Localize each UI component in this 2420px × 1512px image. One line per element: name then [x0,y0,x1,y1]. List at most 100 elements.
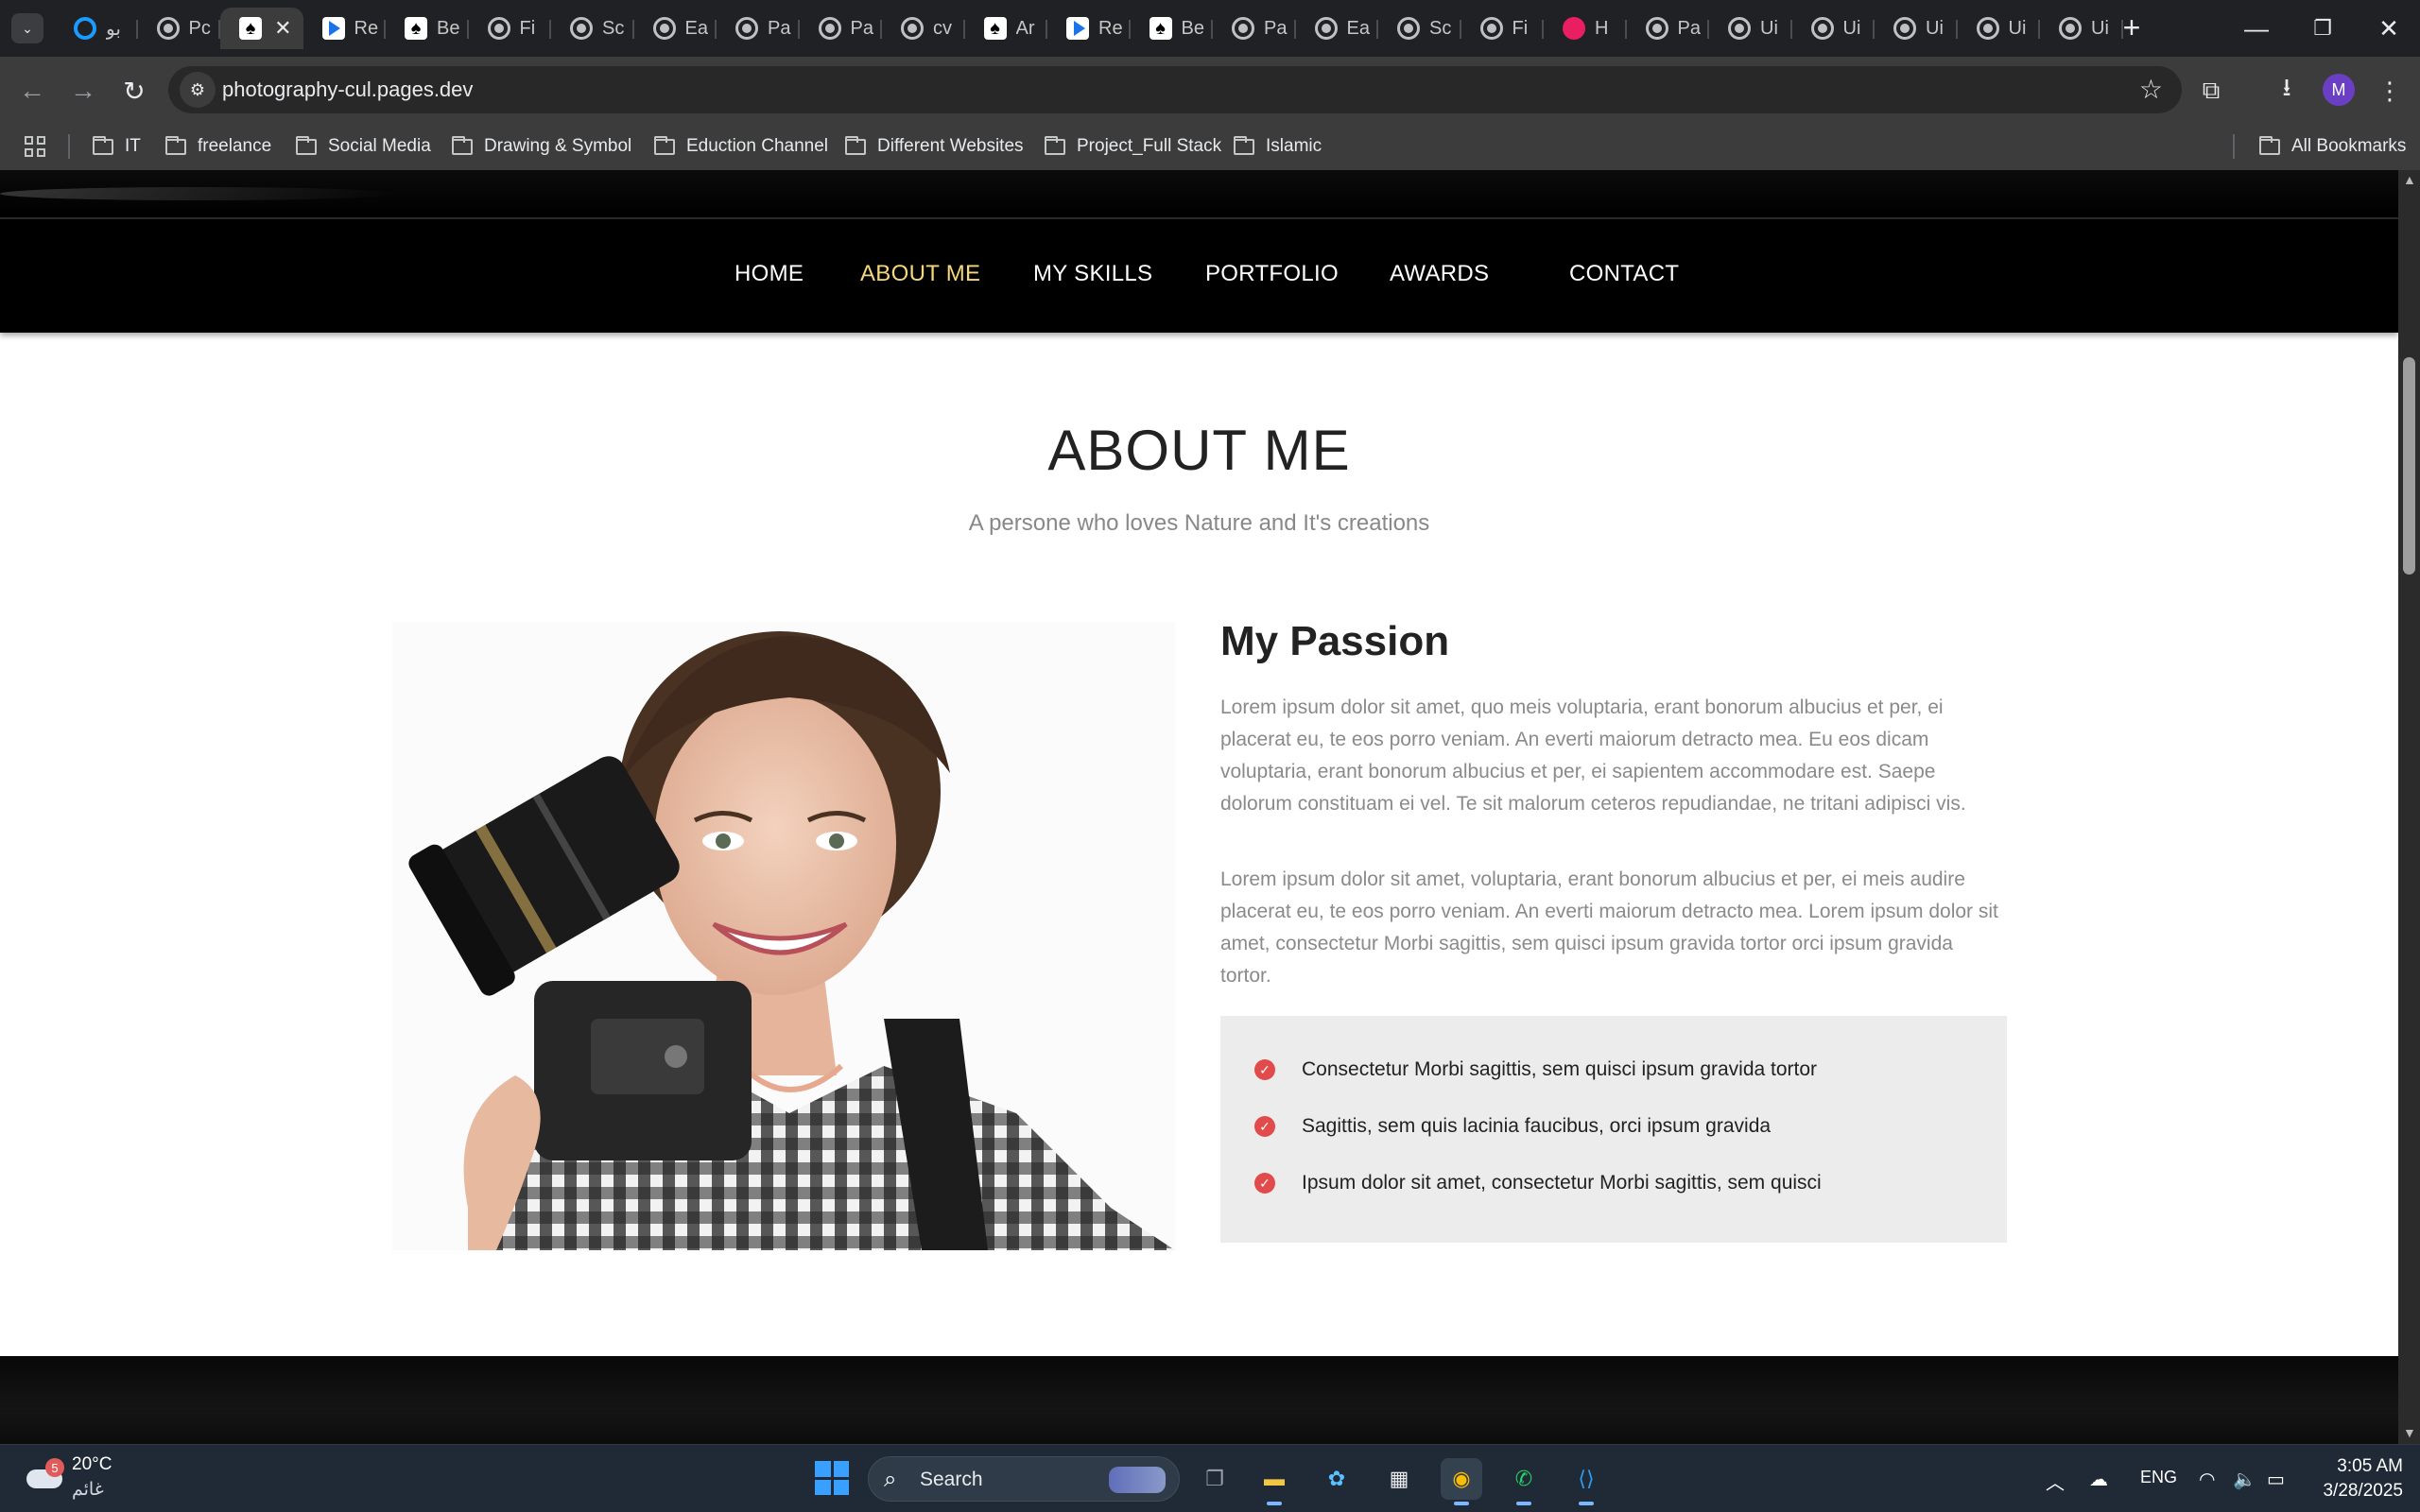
tab-title: Sc [1429,17,1452,39]
scroll-thumb[interactable] [2403,357,2415,575]
wifi-icon[interactable]: ◠ [2199,1468,2215,1491]
tab-close-icon[interactable]: ✕ [274,16,291,41]
windows-taskbar: 5 20°C غائم ⌕ Search ❐ ▬ ✿ ▦ ◉ ✆ ⟨⟩ ︿ ☁ … [0,1444,2420,1512]
scroll-up-arrow-icon[interactable]: ▲ [2403,172,2416,187]
nav-contact[interactable]: CONTACT [1569,261,1679,287]
weather-condition[interactable]: غائم [72,1479,104,1501]
about-title: ABOUT ME [1047,419,1351,482]
passion-paragraph-1: Lorem ipsum dolor sit amet, quo meis vol… [1220,696,1966,815]
extensions-icon[interactable]: ⧉ [2194,74,2228,108]
browser-tab[interactable]: Pa [717,8,800,49]
browser-tab[interactable]: Ar [965,8,1048,49]
url-text[interactable]: photography-cul.pages.dev [222,77,473,102]
show-hidden-icons-chevron-icon[interactable]: ︿ [2046,1468,2065,1495]
nav-portfolio[interactable]: PORTFOLIO [1205,261,1339,287]
vscode-icon[interactable]: ⟨⟩ [1565,1458,1607,1505]
tab-title: Pa [850,17,873,39]
bookmark-folder-freelance[interactable]: freelance [165,132,271,161]
windows-start-icon[interactable] [815,1461,849,1495]
browser-tab[interactable]: Ui [2040,8,2123,49]
passion-paragraph-2: Lorem ipsum dolor sit amet, voluptaria, … [1220,868,1998,987]
page-scrollbar[interactable]: ▲ ▼ [2398,170,2420,1444]
browser-tab[interactable]: Ui [1709,8,1792,49]
weather-cloud-icon[interactable]: 5 [26,1458,64,1488]
globe-favicon-icon [1645,17,1668,40]
apps-grid-icon[interactable] [25,136,45,157]
volume-icon[interactable]: 🔈 [2233,1468,2256,1491]
nav-home[interactable]: HOME [735,261,804,287]
browser-tab[interactable]: Ea [634,8,717,49]
restore-button[interactable]: ❐ [2291,8,2354,49]
browser-tab[interactable]: Be [1131,8,1214,49]
browser-tab[interactable]: cv [882,8,965,49]
menu-icon[interactable]: ⋮ [2373,74,2407,108]
forward-button[interactable]: → [64,72,102,110]
browser-tab[interactable]: Be [386,8,469,49]
system-clock[interactable]: 3:05 AM 3/28/2025 [2297,1454,2403,1503]
close-window-button[interactable]: ✕ [2358,8,2420,49]
tab-title: Ea [684,17,708,39]
whatsapp-icon[interactable]: ✆ [1503,1458,1545,1505]
language-indicator[interactable]: ENG [2140,1468,2177,1487]
browser-tab[interactable]: Re [1047,8,1131,49]
search-highlight-image [1109,1467,1166,1493]
copilot-icon[interactable]: ✿ [1316,1458,1357,1500]
weather-temperature[interactable]: 20°C [72,1454,112,1475]
bookmark-folder-education[interactable]: Eduction Channel [654,132,828,161]
bookmark-folder-it[interactable]: IT [93,132,141,161]
browser-tab[interactable]: Ui [1958,8,2041,49]
nav-awards[interactable]: AWARDS [1390,261,1489,287]
browser-tab[interactable]: بو [55,8,138,49]
address-bar[interactable]: ⚙ photography-cul.pages.dev ☆ [168,66,2182,113]
browser-tab[interactable]: Fi [1461,8,1545,49]
browser-tab[interactable]: Sc [1378,8,1461,49]
task-view-icon[interactable]: ❐ [1194,1458,1236,1500]
tab-active[interactable]: ✕ [220,8,303,49]
nav-skills[interactable]: MY SKILLS [1033,261,1152,287]
bookmark-folder-drawing[interactable]: Drawing & Symbol [452,132,631,161]
tab-search-button[interactable]: ⌄ [11,13,43,43]
reload-button[interactable]: ↻ [115,72,153,110]
tab-title: Pa [768,17,791,39]
browser-tab[interactable]: Fi [469,8,552,49]
back-button[interactable]: ← [13,72,51,110]
browser-tab[interactable]: Pa [800,8,883,49]
battery-icon[interactable]: ▭ [2267,1468,2285,1491]
bookmark-folder-islamic[interactable]: Islamic [1234,132,1322,161]
profile-avatar[interactable]: M [2323,74,2355,106]
nav-about[interactable]: ABOUT ME [860,261,980,287]
scroll-down-arrow-icon[interactable]: ▼ [2403,1425,2416,1440]
download-icon[interactable]: ⭳ [2270,73,2304,108]
taskbar-search[interactable]: ⌕ Search [868,1456,1180,1502]
globe-favicon-icon [1976,17,1999,40]
tab-title: Be [1181,17,1204,39]
bookmark-star-icon[interactable]: ☆ [2139,74,2163,105]
globe-favicon-icon [487,17,510,40]
globe-favicon-icon [570,17,593,40]
globe-favicon-icon [652,17,676,40]
site-info-icon[interactable]: ⚙ [180,72,216,108]
chrome-icon[interactable]: ◉ [1441,1458,1482,1505]
browser-tab[interactable]: Pa [1627,8,1710,49]
browser-tab[interactable]: H [1544,8,1627,49]
file-explorer-icon[interactable]: ▬ [1253,1458,1295,1505]
all-bookmarks-button[interactable]: All Bookmarks [2259,132,2406,161]
browser-tab[interactable]: Ui [1792,8,1876,49]
bookmark-folder-websites[interactable]: Different Websites [845,132,1024,161]
new-tab-button[interactable]: + [2114,9,2150,45]
about-subtitle: A persone who loves Nature and It's crea… [968,510,1430,536]
browser-tab[interactable]: Pa [1213,8,1296,49]
onedrive-cloud-icon[interactable]: ☁ [2089,1468,2108,1491]
folder-icon [452,135,473,155]
minimize-button[interactable]: — [2225,8,2288,49]
tab-title: Sc [602,17,625,39]
browser-tab[interactable]: Re [303,8,387,49]
bookmark-folder-project[interactable]: Project_Full Stack [1045,132,1221,161]
browser-tab[interactable]: Sc [551,8,634,49]
browser-tab[interactable]: Pc [138,8,221,49]
bookmark-folder-social-media[interactable]: Social Media [296,132,431,161]
list-item: ✓ Consectetur Morbi sagittis, sem quisci… [1254,1058,1817,1081]
browser-tab[interactable]: Ea [1296,8,1379,49]
microsoft-store-icon[interactable]: ▦ [1378,1458,1420,1500]
browser-tab[interactable]: Ui [1875,8,1958,49]
